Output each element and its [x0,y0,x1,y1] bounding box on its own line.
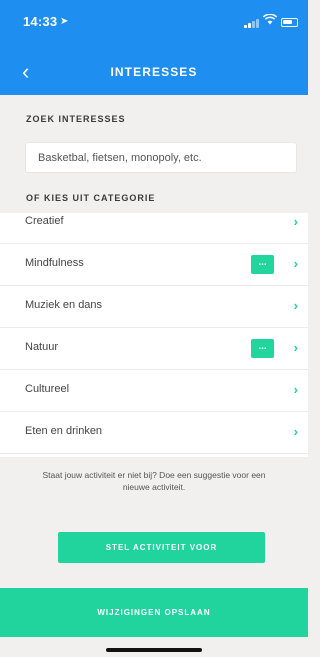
category-label: Muziek en dans [25,299,103,311]
search-input[interactable] [26,143,296,172]
category-section-label: OF KIES UIT CATEGORIE [26,193,156,203]
category-row-muziek-en-dans[interactable]: Muziek en dans › [0,286,308,328]
wifi-icon [262,13,278,28]
chevron-right-icon: › [293,340,298,355]
status-bar: 14:33 ➤ [0,0,308,52]
battery-icon [281,18,298,27]
search-section-label: ZOEK INTERESSES [26,114,126,124]
category-label: Mindfulness [25,257,84,269]
category-row-cultureel[interactable]: Cultureel › [0,370,308,412]
category-label: Cultureel [25,383,70,395]
category-label: Creatief [25,215,64,227]
page-title: INTERESSES [110,65,198,79]
chevron-right-icon: › [293,382,298,397]
category-row-natuur[interactable]: Natuur ... › [0,328,308,370]
category-label: Natuur [25,341,59,353]
category-list: Creatief › Mindfulness ... › Muziek en d… [0,213,308,457]
suggestion-text: Staat jouw activiteit er niet bij? Doe e… [42,470,266,492]
suggest-activity-button[interactable]: STEL ACTIVITEIT VOOR [58,532,265,563]
selection-badge: ... [251,255,274,274]
category-row-mindfulness[interactable]: Mindfulness ... › [0,244,308,286]
status-time: 14:33 [23,14,58,29]
signal-icon [244,19,259,28]
selection-badge: ... [251,339,274,358]
chevron-right-icon: › [293,298,298,313]
category-row-eten-en-drinken[interactable]: Eten en drinken › [0,412,308,454]
save-changes-button[interactable]: WIJZIGINGEN OPSLAAN [0,588,308,637]
chevron-right-icon: › [293,214,298,229]
chevron-right-icon: › [293,256,298,271]
search-field[interactable] [25,142,297,173]
category-label: Eten en drinken [25,425,103,437]
location-arrow-icon: ➤ [60,16,69,27]
nav-bar: ‹ INTERESSES [0,52,308,95]
category-row-creatief[interactable]: Creatief › [0,213,308,244]
home-indicator[interactable] [106,648,202,652]
chevron-right-icon: › [293,424,298,439]
